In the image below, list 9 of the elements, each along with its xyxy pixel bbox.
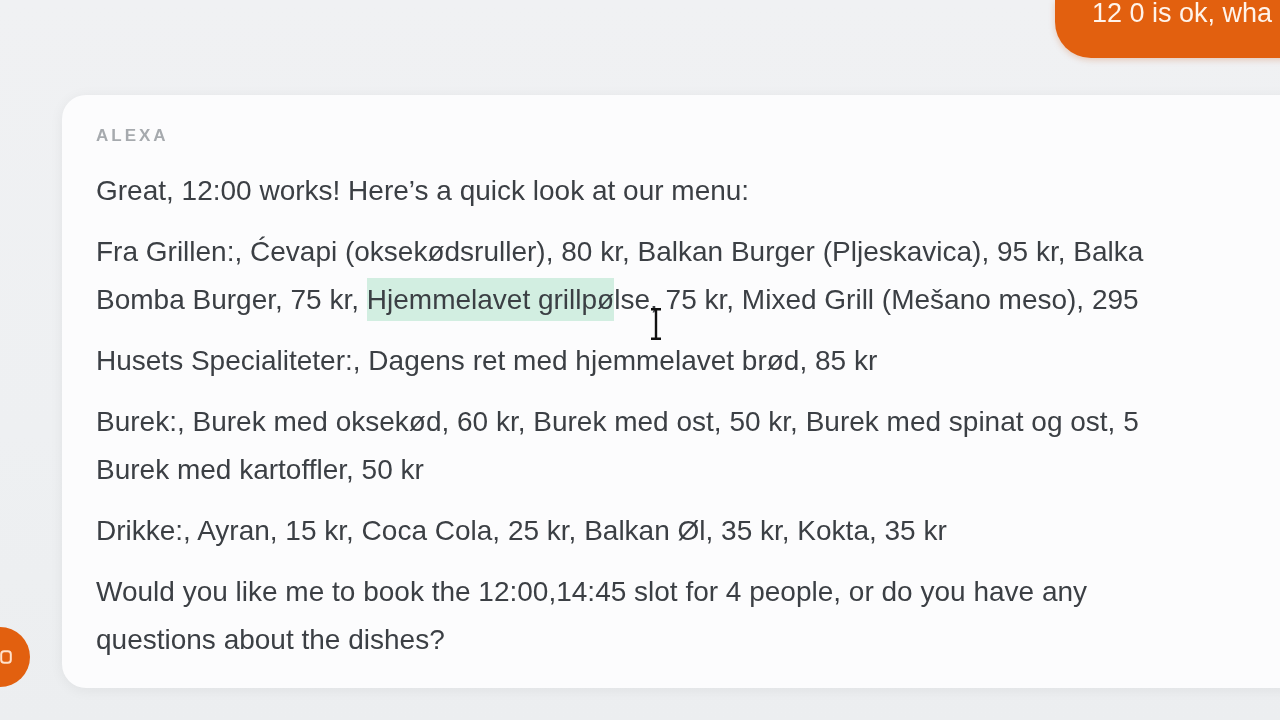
message-paragraph: Drikke:, Ayran, 15 kr, Coca Cola, 25 kr, Balkan Øl, 35 kr, Kokta, 35 kr [96,514,947,548]
user-message-text: 12 0 is ok, wha [1092,0,1273,26]
message-paragraph: Husets Specialiteter:, Dagens ret med hjemmelavet brød, 85 kr [96,344,878,378]
message-paragraph: Great, 12:00 works! Here’s a quick look at our menu: [96,174,750,208]
message-paragraph: Would you like me to book the 12:00,14:45 slot for 4 people, or do you have any questions about the dishes? [96,575,1088,657]
rounded-square-icon [0,650,12,664]
message-paragraph: Burek:, Burek med oksekød, 60 kr, Burek med ost, 50 kr, Burek med spinat og ost, 5 Burek med kartoffler, 50 kr [96,405,1139,487]
message-paragraph: Fra Grillen:, Ćevapi (oksekødsruller), 80 kr, Balkan Burger (Pljeskavica), 95 kr, Balka Bomba Burger, 75 kr, Hjemmelavet grillpølse, 75 kr, Mixed Grill (Mešano meso), 295 [96,228,1144,324]
sender-label: ALEXA [96,125,169,147]
